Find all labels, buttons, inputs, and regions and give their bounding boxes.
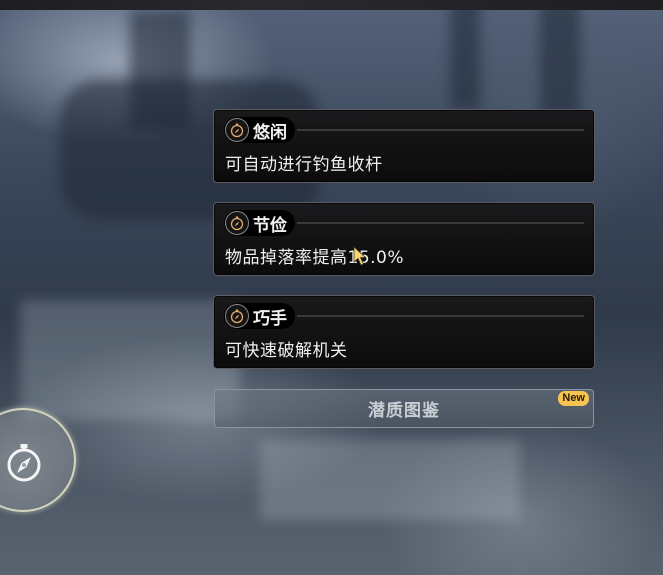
perk-title-row: 巧手 <box>224 303 584 329</box>
cursor-icon <box>353 246 367 266</box>
new-badge: New <box>558 391 589 406</box>
perk-title-pill: 巧手 <box>224 303 295 329</box>
perk-card-leisure[interactable]: 悠闲 可自动进行钓鱼收杆 <box>213 109 595 183</box>
compass-icon <box>225 304 249 328</box>
perk-title: 悠闲 <box>253 122 287 143</box>
perk-title-pill: 节俭 <box>224 210 295 236</box>
perk-title: 节俭 <box>253 215 287 236</box>
compass-icon <box>225 211 249 235</box>
potential-codex-button[interactable]: 潜质图鉴 New <box>214 389 594 428</box>
perk-description: 可自动进行钓鱼收杆 <box>225 155 383 175</box>
divider <box>297 129 584 131</box>
compass-icon <box>225 118 249 142</box>
divider <box>297 315 584 317</box>
perk-title: 巧手 <box>253 308 287 329</box>
codex-button-label: 潜质图鉴 <box>368 401 440 421</box>
perk-title-row: 节俭 <box>224 210 584 236</box>
top-bar <box>0 0 663 10</box>
perk-description: 可快速破解机关 <box>225 341 348 361</box>
compass-icon <box>7 444 41 482</box>
divider <box>297 222 584 224</box>
perk-title-row: 悠闲 <box>224 117 584 143</box>
perk-card-dexterity[interactable]: 巧手 可快速破解机关 <box>213 295 595 369</box>
perk-card-thrift[interactable]: 节俭 物品掉落率提高15.0% <box>213 202 595 276</box>
perk-title-pill: 悠闲 <box>224 117 295 143</box>
background-scene <box>0 0 663 575</box>
perk-description: 物品掉落率提高15.0% <box>225 248 405 268</box>
